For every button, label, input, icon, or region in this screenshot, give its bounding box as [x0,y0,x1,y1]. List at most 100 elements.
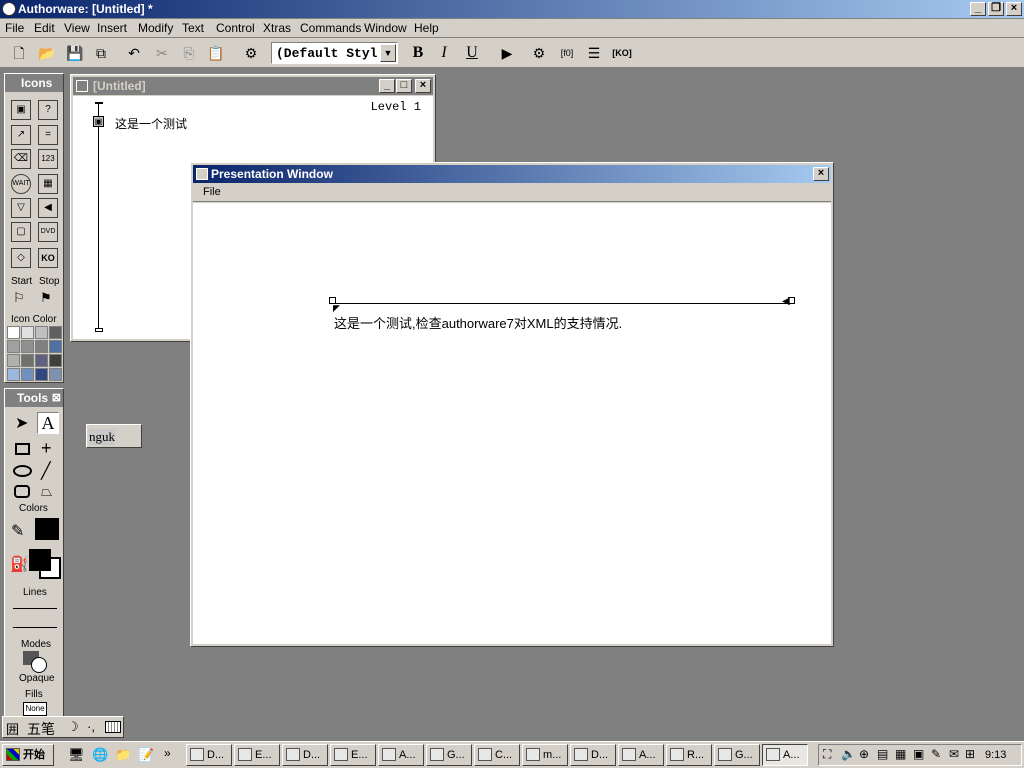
presentation-text[interactable]: 这是一个测试,检查authorware7对XML的支持情况. [334,313,622,332]
underline-icon[interactable]: U [462,43,482,63]
presentation-stage[interactable]: ◤ ◀ 这是一个测试,检查authorware7对XML的支持情况. [193,203,831,644]
flowline-close-button[interactable]: × [415,79,431,93]
tray-icon-display[interactable]: ▦ [895,747,906,761]
navigate-icon[interactable]: ▽ [11,198,31,218]
icon-color-grid[interactable] [7,326,63,382]
menu-view[interactable]: View [64,21,90,35]
menu-modify[interactable]: Modify [138,21,173,35]
flowline-minimize-button[interactable]: _ [379,79,395,93]
menu-help[interactable]: Help [414,21,439,35]
icon-color-swatch[interactable] [49,354,62,367]
icon-color-swatch[interactable] [7,340,20,353]
taskbar-button[interactable]: G... [714,744,760,766]
taskbar-button[interactable]: G... [426,744,472,766]
icon-color-swatch[interactable] [49,326,62,339]
flowline-maximize-button[interactable]: □ [396,79,412,93]
tray-icon-network[interactable]: ⛶ [823,747,831,762]
menu-commands[interactable]: Commands [300,21,361,35]
close-button[interactable]: × [1006,2,1022,16]
quicklaunch-more-icon[interactable]: » [164,746,171,760]
dvd-icon[interactable]: DVD [38,222,58,242]
text-object-indent-marker[interactable]: ◤ [333,304,340,313]
tray-icon-keyboard[interactable]: ⊞ [965,747,975,761]
icon-color-swatch[interactable] [35,326,48,339]
variables-icon[interactable]: ☰ [584,43,604,63]
taskbar-button[interactable]: C... [474,744,520,766]
line-tool-icon[interactable]: ╱ [41,461,51,481]
icon-color-swatch[interactable] [7,368,20,381]
stop-flag-icon[interactable]: ⚑ [40,290,52,306]
taskbar-button[interactable]: m... [522,744,568,766]
bold-icon[interactable]: B [408,43,428,63]
digital-movie-icon[interactable]: ▦ [38,174,58,194]
taskbar-button[interactable]: D... [282,744,328,766]
icon-color-swatch[interactable] [49,340,62,353]
quicklaunch-notepad-icon[interactable]: 📝 [138,747,154,763]
motion-icon[interactable]: ↗ [11,125,31,145]
new-file-icon[interactable]: 🗋 [9,43,29,63]
taskbar-button[interactable]: D... [186,744,232,766]
icon-color-swatch[interactable] [21,368,34,381]
restart-icon[interactable]: ▶ [497,43,517,63]
fill-none-swatch[interactable]: None [23,702,47,716]
fill-foreground-swatch[interactable] [29,549,51,571]
menu-file[interactable]: File [5,21,24,35]
icon-color-swatch[interactable] [7,354,20,367]
oval-tool-icon[interactable] [13,465,32,477]
paste-icon[interactable]: 📋 [206,43,226,63]
presentation-close-button[interactable]: × [813,167,829,181]
taskbar-button[interactable]: D... [570,744,616,766]
control-panel-icon[interactable]: ⚙ [529,43,549,63]
copy-icon[interactable]: ⎘ [179,43,199,63]
taskbar-button-active[interactable]: A... [762,744,808,766]
icon-color-swatch[interactable] [7,326,20,339]
find-icon[interactable]: ⚙ [241,43,261,63]
taskbar-button[interactable]: E... [234,744,280,766]
display-icon[interactable]: ▣ [11,100,31,120]
italic-icon[interactable]: I [434,43,454,63]
maximize-button[interactable]: ❐ [988,2,1004,16]
tray-icon-monitor[interactable]: ▤ [877,747,888,761]
ime-mode[interactable]: 五笔 [27,719,55,739]
cross-tool-icon[interactable]: + [41,438,52,459]
rounded-rectangle-tool-icon[interactable] [14,485,30,498]
icon-color-swatch[interactable] [49,368,62,381]
pencil-icon[interactable]: ✎ [11,521,24,541]
start-button[interactable]: 开始 [2,744,54,766]
calculation-icon[interactable]: = [38,125,58,145]
menu-window[interactable]: Window [364,21,407,35]
icon-color-swatch[interactable] [21,340,34,353]
presentation-menu-file[interactable]: File [203,186,221,198]
menu-xtras[interactable]: Xtras [263,21,291,35]
taskbar-button[interactable]: A... [618,744,664,766]
import-icon[interactable]: ⧉ [91,43,111,63]
chevron-down-icon[interactable]: ▼ [380,44,396,62]
tray-icon-mail[interactable]: ✉ [949,747,959,761]
floating-text-field[interactable]: nguk [86,424,142,448]
polygon-tool-icon[interactable]: ⏢ [41,483,52,500]
knowledge-object-icon[interactable]: KO [38,248,58,268]
erase-icon[interactable]: ⌫ [11,149,31,169]
line-style-thin[interactable] [13,608,57,609]
ime-fullwidth-icon[interactable]: ☽ [67,719,79,735]
taskbar-button[interactable]: R... [666,744,712,766]
line-style-medium[interactable] [13,627,57,628]
start-flag-icon[interactable]: ⚐ [13,290,25,306]
decision-icon[interactable]: ◇ [11,248,31,268]
style-select[interactable]: (Default Styl ▼ [271,42,398,64]
knowledge-objects-icon[interactable]: [KO] [612,43,632,63]
open-file-icon[interactable]: 📂 [37,43,57,63]
tray-icon-app[interactable]: ▣ [913,747,924,761]
framework-icon[interactable]: ▢ [11,222,31,242]
clock[interactable]: 9:13 [985,749,1006,761]
icon-color-swatch[interactable] [35,354,48,367]
quicklaunch-desktop-icon[interactable]: 🖥 [68,747,85,763]
functions-icon[interactable]: [f0] [557,43,577,63]
undo-icon[interactable]: ↶ [124,43,144,63]
fill-bucket-icon[interactable]: ⛽ [10,555,29,573]
menu-edit[interactable]: Edit [34,21,55,35]
minimize-button[interactable]: _ [970,2,986,16]
ime-toggle-icon[interactable]: 囲 [6,719,19,738]
quicklaunch-explorer-icon[interactable]: 📁 [115,747,131,763]
text-object-right-indent-marker[interactable]: ◀ [782,297,790,307]
